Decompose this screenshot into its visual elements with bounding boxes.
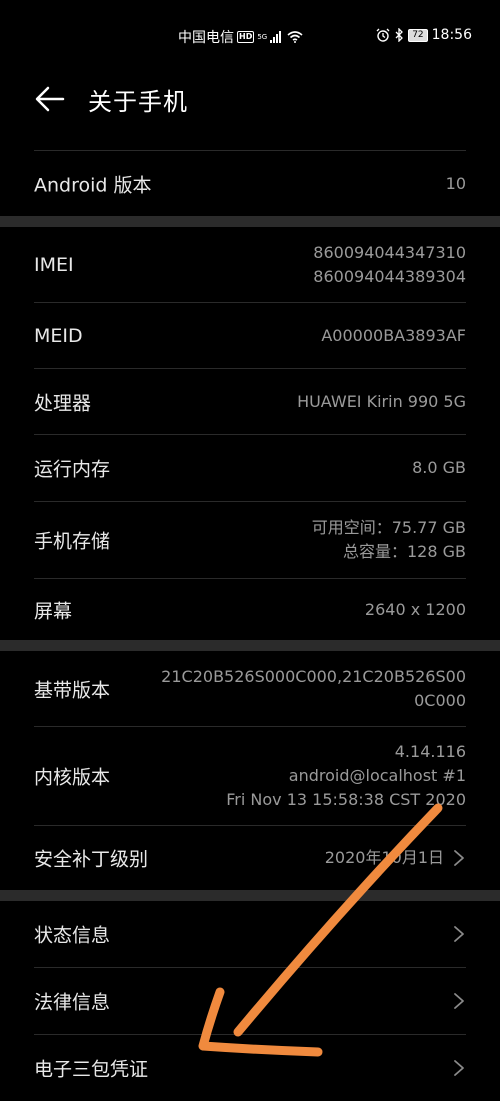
value-line: 860094044389304 [313,266,466,286]
network-type: 5G [257,33,268,41]
row-value: 2640 x 1200 [364,600,466,619]
chevron-right-icon [454,1060,464,1076]
row-storage: 手机存储 可用空间：75.77 GB 总容量：128 GB [34,501,466,578]
status-bar: 中国电信 HD 5G 72 18:56 [0,0,500,74]
bluetooth-icon [395,28,404,42]
chevron-right-icon [454,850,464,866]
battery-icon: 72 [408,28,428,42]
row-label: MEID [34,324,83,347]
row-meid: MEID A00000BA3893AF [34,302,466,368]
status-bar-left: 中国电信 HD 5G [178,27,303,47]
row-value: 860094044347310 860094044389304 [313,241,466,289]
row-security-patch[interactable]: 安全补丁级别 2020年10月1日 [34,825,466,890]
clock: 18:56 [431,27,472,43]
settings-group-hardware: IMEI 860094044347310 860094044389304 MEI… [0,227,500,641]
row-baseband: 基带版本 21C20B526S000C000,21C20B526S00 0C00… [34,651,466,726]
row-processor: 处理器 HUAWEI Kirin 990 5G [34,368,466,434]
row-label: 基带版本 [34,679,111,701]
row-warranty-certificate[interactable]: 电子三包凭证 [34,1034,466,1101]
row-label: 安全补丁级别 [34,848,149,871]
row-screen: 屏幕 2640 x 1200 [34,578,466,641]
section-divider [0,216,500,227]
row-label: 电子三包凭证 [34,1058,149,1081]
row-label: 手机存储 [34,530,111,553]
signal-icon [270,31,282,43]
section-divider [0,890,500,901]
row-ram: 运行内存 8.0 GB [34,434,466,501]
row-label: IMEI [34,253,74,276]
value-line: 860094044347310 [313,242,466,262]
value-line: android@localhost #1 [288,766,466,785]
row-value: 可用空间：75.77 GB 总容量：128 GB [312,516,466,564]
chevron-right-icon [454,993,464,1009]
row-value: 2020年10月1日 [324,848,444,867]
settings-group-software: 基带版本 21C20B526S000C000,21C20B526S00 0C00… [0,651,500,890]
row-label: 运行内存 [34,458,111,481]
alarm-icon [376,28,390,42]
row-value: 10 [445,173,466,193]
page-title: 关于手机 [88,88,188,116]
row-label: 法律信息 [34,991,111,1014]
chevron-right-icon [454,926,464,942]
value-line: 总容量：128 GB [342,542,466,561]
row-label: 内核版本 [34,766,111,789]
row-kernel: 内核版本 4.14.116 android@localhost #1 Fri N… [34,726,466,825]
value-line: 0C000 [414,690,466,710]
value-line: 可用空间：75.77 GB [311,518,466,537]
row-value: 8.0 GB [412,458,466,477]
row-value: HUAWEI Kirin 990 5G [297,391,466,411]
value-line: Fri Nov 13 15:58:38 CST 2020 [226,790,466,809]
hd-badge: HD [237,31,255,43]
row-value: 21C20B526S000C000,21C20B526S00 0C000 [161,665,466,713]
row-label: 处理器 [34,392,92,414]
status-bar-right: 72 18:56 [376,27,472,43]
back-arrow-icon[interactable] [33,82,67,116]
row-value: A00000BA3893AF [321,325,466,345]
section-divider [0,640,500,651]
settings-group-info: 状态信息 法律信息 电子三包凭证 [0,901,500,1101]
row-label: 屏幕 [34,600,73,623]
row-legal-info[interactable]: 法律信息 [34,967,466,1034]
row-android-version: Android 版本 10 [34,150,466,216]
row-imei: IMEI 860094044347310 860094044389304 [34,227,466,302]
row-value: 4.14.116 android@localhost #1 Fri Nov 13… [226,740,466,812]
value-line: 4.14.116 [394,742,466,761]
row-label: Android 版本 [34,174,152,196]
row-label: 状态信息 [34,924,111,947]
wifi-icon [287,31,303,43]
settings-group-android: Android 版本 10 [0,150,500,216]
carrier-name: 中国电信 [178,30,234,46]
app-header: 关于手机 [0,74,500,134]
row-status-info[interactable]: 状态信息 [34,901,466,967]
value-line: 21C20B526S000C000,21C20B526S00 [161,666,466,686]
